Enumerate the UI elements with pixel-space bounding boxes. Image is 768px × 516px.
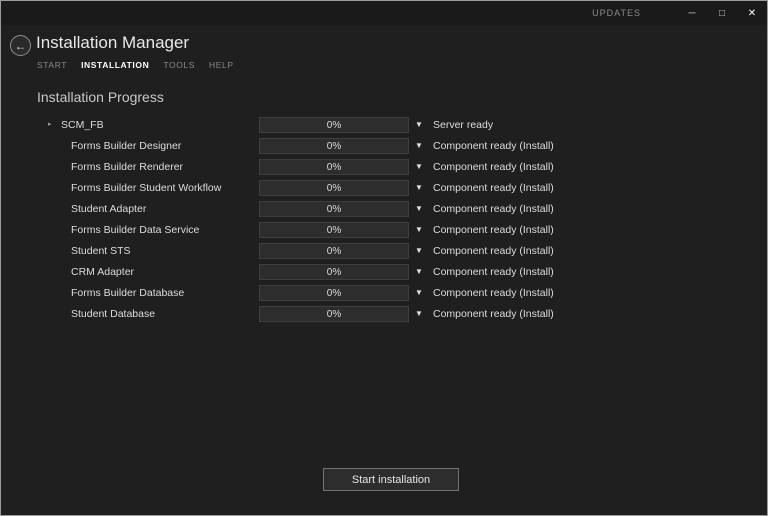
component-row: ▸ Forms Builder Student Workflow 0% ▼ Co… — [1, 178, 767, 199]
component-status: Component ready (Install) — [433, 245, 554, 257]
component-status: Component ready (Install) — [433, 308, 554, 320]
progress-percent: 0% — [326, 161, 342, 173]
back-arrow-icon: ← — [14, 38, 27, 53]
nav-item-tools[interactable]: TOOLS — [163, 60, 195, 70]
progress-bar: 0% — [259, 201, 409, 217]
progress-percent: 0% — [326, 119, 342, 131]
progress-percent: 0% — [326, 245, 342, 257]
progress-bar: 0% — [259, 138, 409, 154]
nav-item-help[interactable]: HELP — [209, 60, 234, 70]
progress-percent: 0% — [326, 224, 342, 236]
maximize-icon: □ — [718, 7, 726, 19]
maximize-button[interactable]: □ — [707, 1, 737, 25]
component-row: ▸ Forms Builder Designer 0% ▼ Component … — [1, 136, 767, 157]
nav-item-installation[interactable]: INSTALLATION — [81, 60, 149, 70]
updates-link[interactable]: UPDATES — [592, 8, 641, 18]
chevron-down-icon[interactable]: ▼ — [415, 288, 423, 297]
rows-container: ▸ SCM_FB 0% ▼ Server ready ▸ Forms Build… — [1, 115, 767, 325]
component-name: Forms Builder Database — [71, 287, 185, 299]
nav-item-start[interactable]: START — [37, 60, 67, 70]
component-name: Student Database — [71, 308, 156, 320]
progress-bar: 0% — [259, 159, 409, 175]
progress-bar: 0% — [259, 306, 409, 322]
chevron-down-icon[interactable]: ▼ — [415, 225, 423, 234]
component-row: ▸ Student STS 0% ▼ Component ready (Inst… — [1, 241, 767, 262]
titlebar: UPDATES ─ □ ✕ — [1, 1, 767, 25]
chevron-down-icon[interactable]: ▼ — [415, 120, 423, 129]
component-name: Student STS — [71, 245, 131, 257]
chevron-down-icon[interactable]: ▼ — [415, 204, 423, 213]
back-button[interactable]: ← — [10, 35, 31, 56]
progress-bar: 0% — [259, 285, 409, 301]
progress-percent: 0% — [326, 266, 342, 278]
expand-icon[interactable]: ▸ — [48, 120, 52, 128]
component-name: Forms Builder Student Workflow — [71, 182, 222, 194]
progress-percent: 0% — [326, 203, 342, 215]
chevron-down-icon[interactable]: ▼ — [415, 183, 423, 192]
component-name: Forms Builder Data Service — [71, 224, 200, 236]
chevron-down-icon[interactable]: ▼ — [415, 246, 423, 255]
page-title: Installation Progress — [37, 89, 164, 105]
main-nav: START INSTALLATION TOOLS HELP — [37, 60, 234, 70]
component-status: Component ready (Install) — [433, 182, 554, 194]
progress-percent: 0% — [326, 308, 342, 320]
progress-percent: 0% — [326, 140, 342, 152]
minimize-icon: ─ — [688, 7, 696, 19]
progress-bar: 0% — [259, 222, 409, 238]
minimize-button[interactable]: ─ — [677, 1, 707, 25]
component-row: ▸ CRM Adapter 0% ▼ Component ready (Inst… — [1, 262, 767, 283]
component-status: Component ready (Install) — [433, 287, 554, 299]
component-row: ▸ Forms Builder Database 0% ▼ Component … — [1, 283, 767, 304]
progress-bar: 0% — [259, 264, 409, 280]
component-row: ▸ SCM_FB 0% ▼ Server ready — [1, 115, 767, 136]
component-name: Student Adapter — [71, 203, 147, 215]
component-status: Component ready (Install) — [433, 161, 554, 173]
component-row: ▸ Student Database 0% ▼ Component ready … — [1, 304, 767, 325]
app-window: UPDATES ─ □ ✕ ← Installation Manager STA… — [0, 0, 768, 516]
app-title: Installation Manager — [36, 33, 190, 52]
component-name: Forms Builder Designer — [71, 140, 182, 152]
component-status: Server ready — [433, 119, 494, 131]
chevron-down-icon[interactable]: ▼ — [415, 141, 423, 150]
component-name: SCM_FB — [61, 119, 104, 131]
progress-bar: 0% — [259, 117, 409, 133]
close-button[interactable]: ✕ — [737, 1, 767, 25]
progress-percent: 0% — [326, 287, 342, 299]
chevron-down-icon[interactable]: ▼ — [415, 162, 423, 171]
component-name: CRM Adapter — [71, 266, 135, 278]
progress-percent: 0% — [326, 182, 342, 194]
progress-bar: 0% — [259, 180, 409, 196]
component-row: ▸ Forms Builder Data Service 0% ▼ Compon… — [1, 220, 767, 241]
component-name: Forms Builder Renderer — [71, 161, 184, 173]
start-installation-button[interactable]: Start installation — [323, 468, 459, 491]
chevron-down-icon[interactable]: ▼ — [415, 309, 423, 318]
chevron-down-icon[interactable]: ▼ — [415, 267, 423, 276]
component-status: Component ready (Install) — [433, 140, 554, 152]
component-status: Component ready (Install) — [433, 203, 554, 215]
close-icon: ✕ — [747, 7, 757, 19]
component-status: Component ready (Install) — [433, 224, 554, 236]
component-status: Component ready (Install) — [433, 266, 554, 278]
progress-bar: 0% — [259, 243, 409, 259]
component-row: ▸ Student Adapter 0% ▼ Component ready (… — [1, 199, 767, 220]
component-row: ▸ Forms Builder Renderer 0% ▼ Component … — [1, 157, 767, 178]
